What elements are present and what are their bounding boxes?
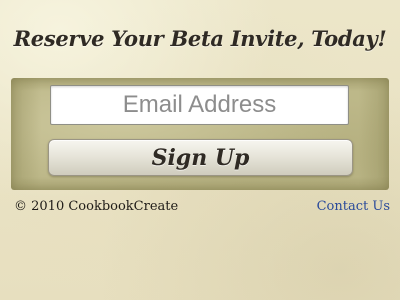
contact-us-link[interactable]: Contact Us — [317, 199, 390, 214]
email-input[interactable] — [50, 85, 349, 125]
sign-up-button[interactable]: Sign Up — [48, 139, 353, 176]
page-headline: Reserve Your Beta Invite, Today! — [13, 26, 387, 51]
copyright-text: © 2010 CookbookCreate — [14, 199, 179, 214]
